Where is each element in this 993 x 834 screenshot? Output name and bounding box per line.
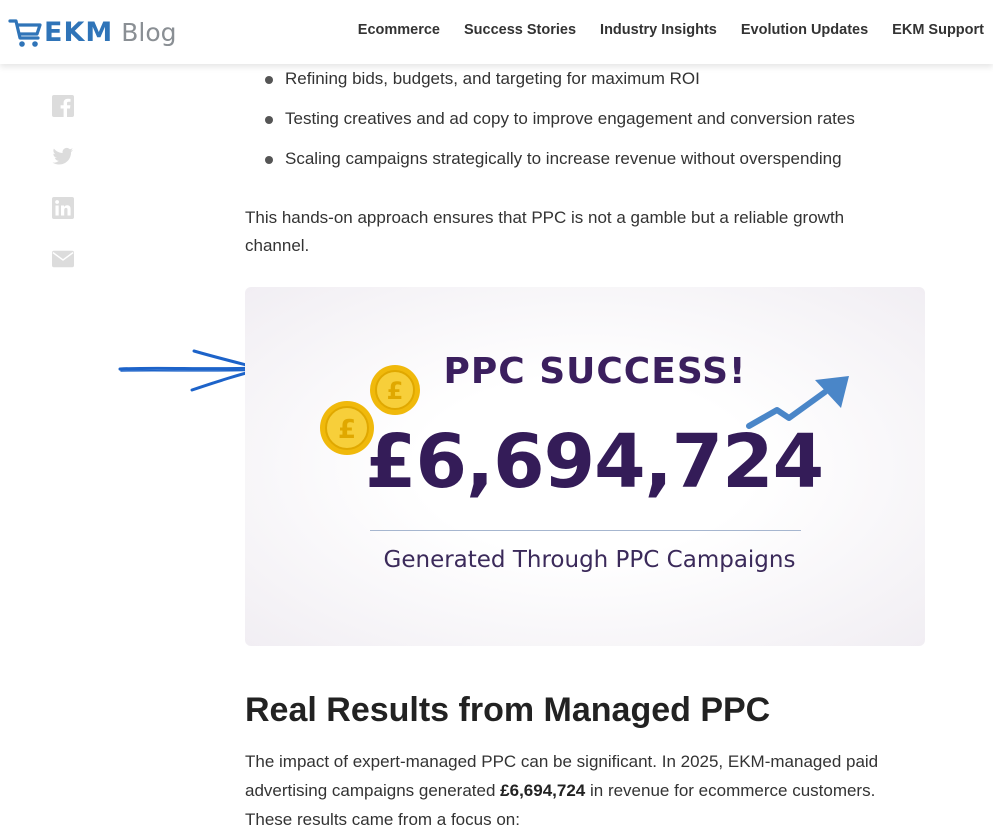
nav-ekm-support[interactable]: EKM Support — [892, 22, 984, 38]
email-icon[interactable] — [52, 248, 74, 270]
nav-ecommerce[interactable]: Ecommerce — [358, 22, 440, 38]
highlight-amount: £6,694,724 — [500, 781, 586, 800]
banner-divider — [370, 530, 801, 531]
section-heading: Real Results from Managed PPC — [245, 691, 771, 729]
cart-logo-icon — [8, 19, 42, 47]
nav-success-stories[interactable]: Success Stories — [464, 22, 576, 38]
ppc-success-banner: £ £ PPC SUCCESS! £6,694,724 Generated Th… — [245, 287, 925, 646]
banner-title: PPC SUCCESS! — [443, 351, 747, 392]
linkedin-icon[interactable] — [52, 197, 74, 219]
twitter-icon[interactable] — [52, 146, 74, 168]
main-nav: Ecommerce Success Stories Industry Insig… — [334, 22, 984, 38]
paragraph: This hands-on approach ensures that PPC … — [245, 208, 845, 255]
site-header: EKM Blog Ecommerce Success Stories Indus… — [0, 0, 993, 64]
list-item: Testing creatives and ad copy to improve… — [263, 108, 855, 130]
logo-blog-text: Blog — [121, 17, 177, 47]
list-item: Refining bids, budgets, and targeting fo… — [263, 68, 855, 90]
banner-subtitle: Generated Through PPC Campaigns — [383, 547, 796, 573]
nav-industry-insights[interactable]: Industry Insights — [600, 22, 717, 38]
banner-amount: £6,694,724 — [365, 419, 824, 505]
logo-ekm-text: EKM — [44, 16, 114, 48]
bullet-list: Refining bids, budgets, and targeting fo… — [263, 68, 855, 188]
share-bar — [52, 95, 76, 299]
ekm-blog-logo[interactable]: EKM Blog — [8, 14, 177, 50]
facebook-icon[interactable] — [52, 95, 74, 117]
list-item: Scaling campaigns strategically to incre… — [263, 148, 855, 170]
coin-symbol: £ — [338, 415, 356, 445]
paragraph: The impact of expert-managed PPC can be … — [245, 747, 915, 834]
nav-evolution-updates[interactable]: Evolution Updates — [741, 22, 868, 38]
